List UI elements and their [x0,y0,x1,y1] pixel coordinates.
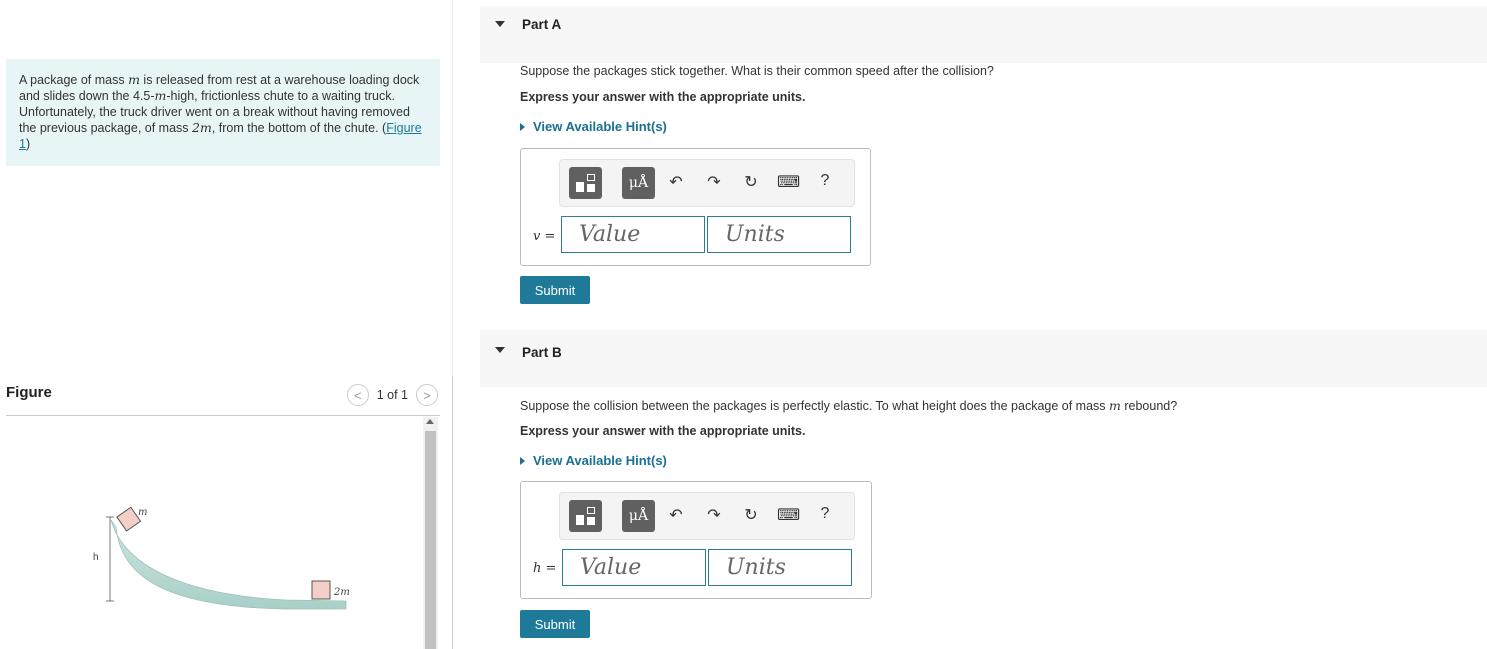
figure-scrollbar[interactable] [423,417,438,649]
chevron-right-icon: > [423,387,431,403]
part-b-question: Suppose the collision between the packag… [520,398,1178,413]
templates-button[interactable] [569,500,602,532]
part-a-instruction: Express your answer with the appropriate… [520,90,806,104]
undo-icon[interactable]: ↶ [665,172,687,192]
reset-icon[interactable]: ↻ [740,505,762,525]
column-divider [452,376,453,649]
part-a-units-input[interactable]: Units [707,216,851,253]
part-b-hints-link[interactable]: View Available Hint(s) [520,453,667,468]
mass-symbol: m [1109,398,1121,413]
problem-text: A package of mass [19,73,129,87]
problem-text: ) [25,137,31,151]
problem-text: , from the bottom of the chute. ( [211,121,387,135]
next-figure-button[interactable]: > [416,384,438,406]
scroll-up-icon[interactable] [426,419,434,424]
fraction-template-icon [575,174,596,192]
part-b-header[interactable]: Part B [480,330,1487,387]
label-m: m [138,507,147,518]
part-b-submit-button[interactable]: Submit [520,610,590,638]
package-bottom [311,580,331,600]
part-a-question: Suppose the packages stick together. Wha… [520,64,994,78]
caret-down-icon [495,21,505,27]
problem-statement: A package of mass m is released from res… [6,59,440,166]
part-b-variable: h = [533,561,557,576]
part-a-value-input[interactable]: Value [561,216,705,253]
redo-icon[interactable]: ↷ [703,172,725,192]
chute-diagram: m h 2m [93,506,350,610]
part-a-answer-box: μÅ ↶ ↷ ↻ ⌨ ? v = Value Units [520,148,871,266]
help-icon[interactable]: ? [814,172,836,190]
part-b-units-input[interactable]: Units [708,549,852,586]
mass-symbol: m [128,72,140,87]
figure-header: Figure < 1 of 1 > [6,380,440,416]
figure-title: Figure [6,384,52,401]
figure-image: m h 2m [6,417,440,649]
fraction-template-icon [575,507,596,525]
part-a-submit-button[interactable]: Submit [520,276,590,304]
label-2m: 2m [333,587,350,598]
math-toolbar: μÅ ↶ ↷ ↻ ⌨ ? [559,159,855,207]
part-b-value-input[interactable]: Value [562,549,706,586]
part-a-variable: v = [533,229,556,244]
redo-icon[interactable]: ↷ [703,505,725,525]
part-a-hints-link[interactable]: View Available Hint(s) [520,119,667,134]
chute-surface [110,519,347,610]
keyboard-icon[interactable]: ⌨ [777,172,800,192]
chevron-left-icon: < [353,387,362,403]
units-symbols-button[interactable]: μÅ [622,167,655,199]
reset-icon[interactable]: ↻ [740,172,762,192]
keyboard-icon[interactable]: ⌨ [777,505,800,525]
unit-symbol: m [154,88,167,103]
scroll-thumb[interactable] [425,431,436,649]
part-b-label: Part B [522,345,562,360]
part-a-label: Part A [522,17,562,32]
part-b-instruction: Express your answer with the appropriate… [520,424,806,438]
column-divider [452,0,453,376]
prev-figure-button[interactable]: < [346,384,369,406]
part-a-header[interactable]: Part A [480,6,1487,63]
mass2-symbol: 2m [192,120,212,135]
pager-count: 1 of 1 [376,388,408,402]
help-icon[interactable]: ? [814,505,836,523]
math-toolbar: μÅ ↶ ↷ ↻ ⌨ ? [559,492,855,540]
part-b-answer-box: μÅ ↶ ↷ ↻ ⌨ ? h = Value Units [520,481,872,599]
caret-down-icon [495,347,505,353]
package-top [116,506,142,532]
templates-button[interactable] [569,167,602,199]
figure-pager: < 1 of 1 > [346,384,438,406]
units-symbols-button[interactable]: μÅ [622,500,655,532]
hint-label: View Available Hint(s) [533,453,667,468]
hint-label: View Available Hint(s) [533,119,667,134]
label-h: h [93,552,99,563]
caret-right-icon [520,456,525,465]
caret-right-icon [520,122,525,131]
undo-icon[interactable]: ↶ [665,505,687,525]
